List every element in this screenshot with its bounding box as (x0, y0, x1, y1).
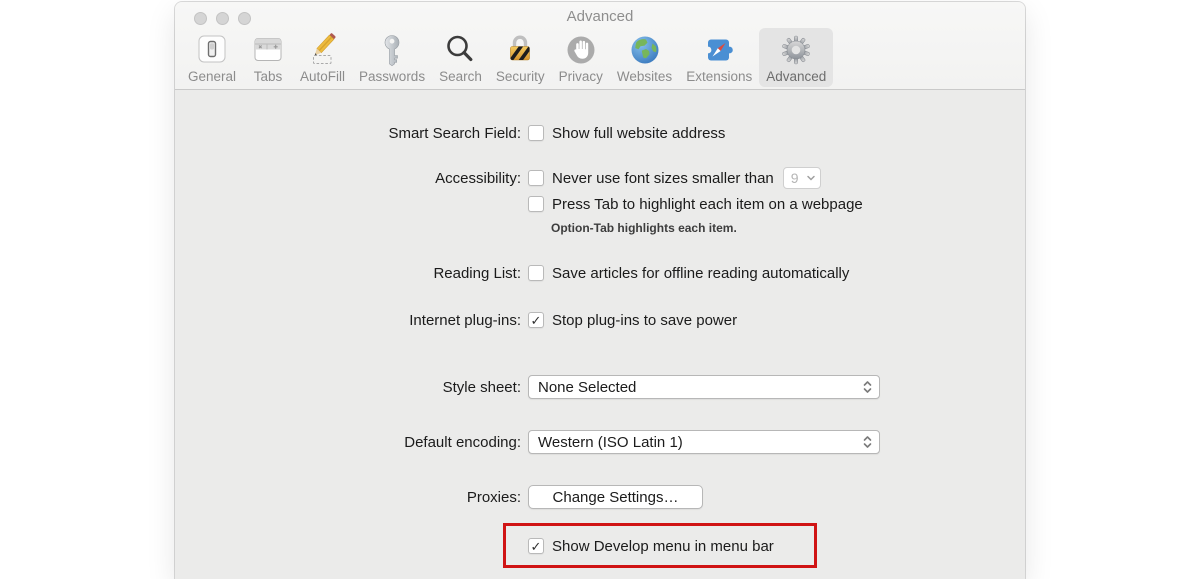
window-chrome: Advanced General Tab (175, 2, 1025, 90)
min-font-size-value: 9 (791, 170, 799, 186)
tab-search[interactable]: Search (432, 28, 489, 87)
preferences-toolbar: General Tabs (181, 28, 833, 87)
reading-list-label: Reading List: (175, 265, 521, 282)
chevron-down-icon (806, 174, 816, 182)
smart-search-row: Smart Search Field: Show full website ad… (175, 120, 725, 146)
magnifier-icon (442, 32, 478, 68)
stepper-icon (862, 435, 873, 450)
padlock-icon (502, 32, 538, 68)
tab-label: Passwords (359, 69, 425, 84)
accessibility-row-2: Press Tab to highlight each item on a we… (175, 191, 863, 217)
switch-icon (194, 32, 230, 68)
reading-list-row: Reading List: Save articles for offline … (175, 260, 849, 286)
accessibility-row-1: Accessibility: Never use font sizes smal… (175, 165, 821, 191)
tab-privacy[interactable]: Privacy (552, 28, 610, 87)
plugins-row: Internet plug-ins: ✓ Stop plug-ins to sa… (175, 307, 737, 333)
tab-security[interactable]: Security (489, 28, 552, 87)
accessibility-label: Accessibility: (175, 170, 521, 187)
tab-general[interactable]: General (181, 28, 243, 87)
tab-label: Extensions (686, 69, 752, 84)
show-develop-menu-checkbox[interactable]: ✓ (528, 538, 544, 554)
plugins-label: Internet plug-ins: (175, 312, 521, 329)
checkbox-label: Save articles for offline reading automa… (552, 265, 849, 282)
proxies-row: Proxies: Change Settings… (175, 484, 703, 510)
encoding-select[interactable]: Western (ISO Latin 1) (528, 430, 880, 454)
stop-plugins-checkbox[interactable]: ✓ (528, 312, 544, 328)
window-title: Advanced (175, 8, 1025, 25)
safari-preferences-window: Advanced General Tab (175, 2, 1025, 579)
tab-autofill[interactable]: AutoFill (293, 28, 352, 87)
encoding-label: Default encoding: (175, 434, 521, 451)
tab-label: General (188, 69, 236, 84)
checkbox-label: Never use font sizes smaller than (552, 170, 774, 187)
press-tab-checkbox[interactable] (528, 196, 544, 212)
tab-tabs[interactable]: Tabs (243, 28, 293, 87)
save-articles-checkbox[interactable] (528, 265, 544, 281)
checkmark-icon: ✓ (531, 314, 542, 327)
tab-label: Websites (617, 69, 672, 84)
tab-passwords[interactable]: Passwords (352, 28, 432, 87)
tab-advanced[interactable]: Advanced (759, 28, 833, 87)
checkbox-label: Show full website address (552, 125, 725, 142)
show-full-address-checkbox[interactable] (528, 125, 544, 141)
style-sheet-row: Style sheet: None Selected (175, 374, 880, 400)
tab-label: Tabs (254, 69, 283, 84)
tab-label: Privacy (559, 69, 603, 84)
option-tab-note: Option-Tab highlights each item. (551, 221, 737, 235)
smart-search-label: Smart Search Field: (175, 125, 521, 142)
min-font-size-select[interactable]: 9 (783, 167, 821, 189)
stepper-icon (862, 380, 873, 395)
select-value: None Selected (538, 379, 636, 396)
checkbox-label: Show Develop menu in menu bar (552, 538, 774, 555)
key-icon (374, 32, 410, 68)
change-settings-button[interactable]: Change Settings… (528, 485, 703, 509)
tab-label: Search (439, 69, 482, 84)
tab-label: AutoFill (300, 69, 345, 84)
develop-menu-row: ✓ Show Develop menu in menu bar (528, 533, 774, 559)
proxies-label: Proxies: (175, 489, 521, 506)
tabs-window-icon (250, 32, 286, 68)
tab-label: Security (496, 69, 545, 84)
style-sheet-select[interactable]: None Selected (528, 375, 880, 399)
checkbox-label: Press Tab to highlight each item on a we… (552, 196, 863, 213)
tab-label: Advanced (766, 69, 826, 84)
checkmark-icon: ✓ (531, 540, 542, 553)
checkbox-label: Stop plug-ins to save power (552, 312, 737, 329)
tab-websites[interactable]: Websites (610, 28, 679, 87)
pencil-icon (305, 32, 341, 68)
globe-icon (627, 32, 663, 68)
gear-icon (778, 32, 814, 68)
select-value: Western (ISO Latin 1) (538, 434, 683, 451)
hand-icon (563, 32, 599, 68)
style-sheet-label: Style sheet: (175, 379, 521, 396)
puzzle-icon (701, 32, 737, 68)
min-font-size-checkbox[interactable] (528, 170, 544, 186)
tab-extensions[interactable]: Extensions (679, 28, 759, 87)
encoding-row: Default encoding: Western (ISO Latin 1) (175, 429, 880, 455)
